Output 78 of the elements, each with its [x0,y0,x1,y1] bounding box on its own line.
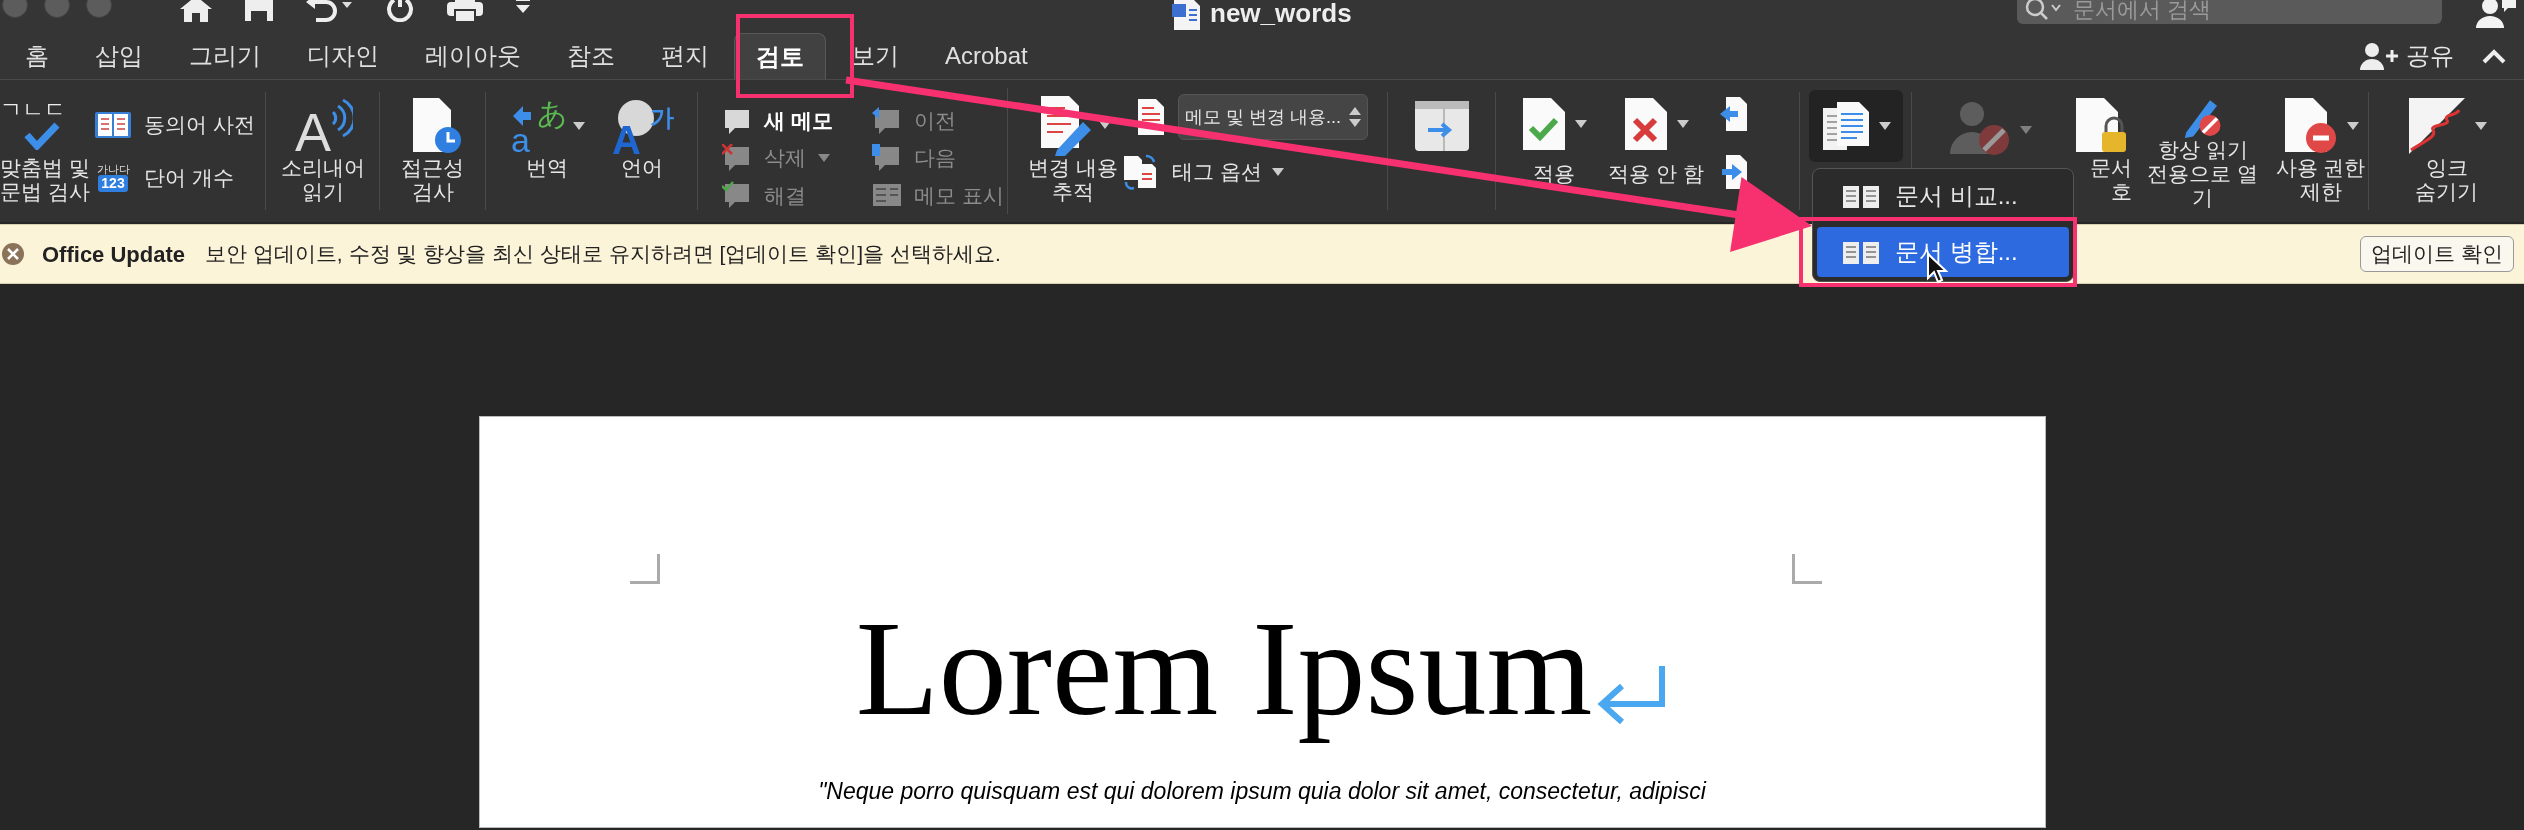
comment-button[interactable]: 새 메모 [722,102,872,140]
save-icon[interactable] [244,0,274,22]
caret-icon [2020,126,2032,134]
thesaurus-button[interactable]: 동의어 사전 [94,108,255,141]
comment-delete-icon [722,144,752,172]
read-aloud-button[interactable]: A 소리내어 읽기 [280,92,365,210]
undo-icon[interactable] [304,0,354,22]
caret-icon [572,122,585,130]
stepper-icon [1349,105,1361,129]
person-comment-icon[interactable] [2476,0,2518,28]
ribbon-tab[interactable]: Acrobat [924,33,1049,79]
document-minus-icon [2282,96,2339,156]
update-title: Office Update [42,240,186,269]
ribbon-tab[interactable]: 검토 [734,33,826,79]
search-field[interactable]: 문서에서 검색 [2017,0,2442,24]
markup-options-button[interactable]: 태그 옵션 [1122,154,1368,190]
menu-item[interactable]: 문서 비교... [1817,173,2069,219]
quote-text: "Neque porro quisquam est qui dolorem ipsum quia dolor sit amet, consectetur, adipisci [818,777,1706,807]
icon-letter: A [612,118,642,156]
markup-view-dropdown[interactable]: 메모 및 변경 내용... [1178,94,1368,140]
caret-icon [818,154,830,162]
share-button[interactable]: 공유 [2360,38,2454,74]
ribbon-tab[interactable]: 참조 [546,33,636,79]
margin-mark [1791,554,1822,584]
ribbon-tab[interactable]: 보기 [830,33,920,79]
document-cross-icon [1623,96,1669,152]
word-document-icon [1172,0,1200,30]
ribbon-tab[interactable]: 편지 [640,33,730,79]
compare-button[interactable] [1808,90,1903,162]
sound-waves-icon [331,98,353,138]
document-check-icon [1521,96,1567,152]
comment-previous-icon [872,106,902,135]
arrow-icon [512,106,531,126]
hide-ink-button[interactable]: 잉크 숨기기 [2406,92,2487,210]
ribbon-tab[interactable]: 삽입 [74,33,164,79]
comment-next-icon [872,144,902,172]
print-icon[interactable] [446,0,484,22]
collapse-ribbon-icon[interactable] [2482,48,2506,64]
power-icon[interactable] [384,0,416,22]
check-icon [24,122,60,150]
icon-letter: A [294,102,331,156]
margin-mark [629,554,660,584]
accessibility-check-button[interactable]: 접근성 검사 [401,92,464,210]
search-icon [2025,0,2063,21]
menu-item[interactable]: 문서 병합... [1817,227,2069,277]
icon-letters: 가나다 [96,163,130,175]
home-icon[interactable] [178,0,214,22]
document-title: Lorem Ipsum [855,592,1593,745]
previous-change-icon[interactable] [1718,96,1748,132]
ribbon-tab[interactable]: 디자인 [286,33,400,79]
caret-icon [2346,122,2359,130]
add-person-icon [2360,42,2400,70]
window-title: new_words [1210,0,1352,30]
restrict-permission-button[interactable]: 사용 권한 제한 [2273,92,2368,210]
read-only-button[interactable]: 항상 읽기 전용으로 열기 [2146,92,2259,210]
number-badge: 123 [98,175,128,192]
ribbon-tab[interactable]: 홈 [4,33,70,79]
caret-icon [1878,122,1891,130]
accept-button[interactable]: 적용 [1514,92,1594,210]
icon-letter: あ [536,97,568,130]
caret-icon [1271,168,1284,176]
translate-button[interactable]: あ a 번역 [508,92,585,210]
word-count-button[interactable]: 가나다 123 단어 개수 [94,161,255,194]
check-updates-button[interactable]: 업데이트 확인 [2360,236,2514,272]
caret-icon [1575,120,1587,128]
ink-icon [2406,96,2467,156]
ribbon-tab[interactable]: 그리기 [168,33,282,79]
update-message: 보안 업데이트, 수정 및 향상을 최신 상태로 유지하려면 [업데이트 확인]을 선택하세요. [205,241,1001,268]
icon-letter: a [510,121,530,156]
icon-letters: ㄱㄴㄷ [0,98,66,122]
caret-icon [2474,122,2487,130]
caret-icon [1677,120,1689,128]
ribbon-tab[interactable]: 레이아웃 [404,33,542,79]
protect-document-button[interactable]: 문서 호 [2072,92,2133,210]
book-icon [94,109,132,140]
reject-button[interactable]: 적용 안 함 [1608,92,1704,210]
close-icon[interactable] [2,243,24,265]
comment-check-icon [722,181,752,210]
